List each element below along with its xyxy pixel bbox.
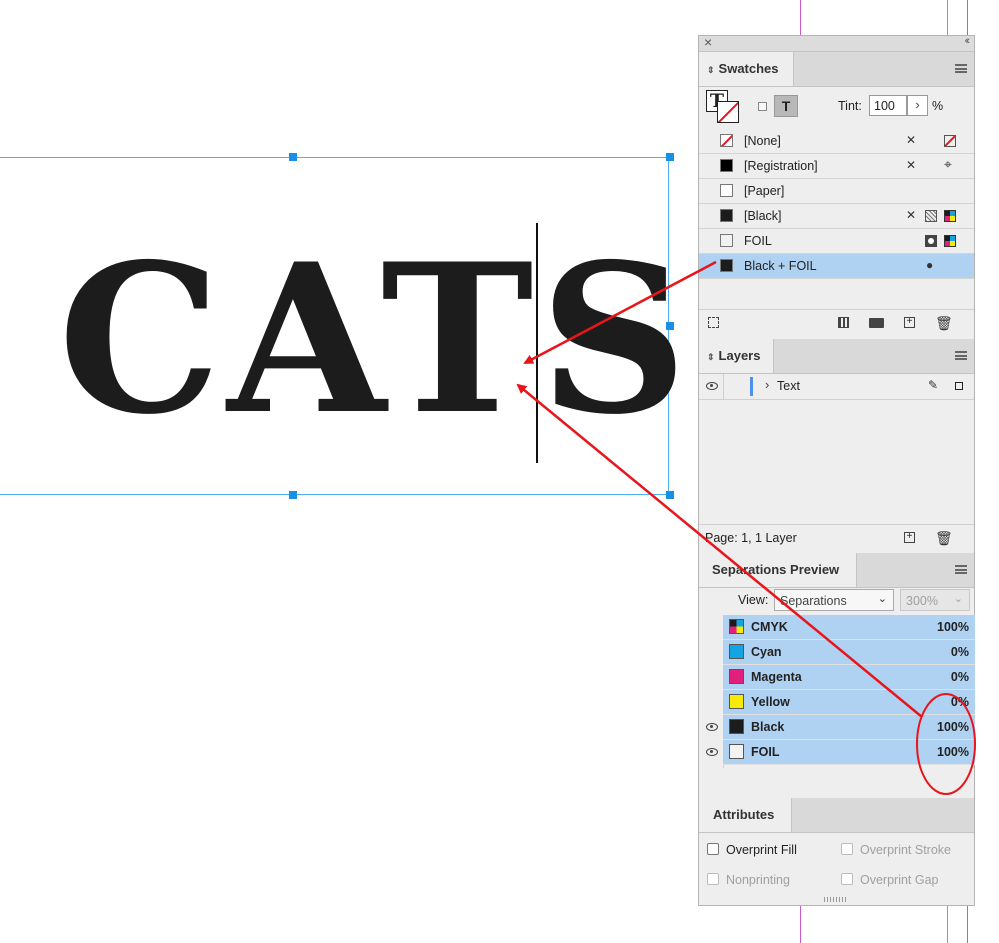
annotation-arrow-separations (516, 383, 923, 718)
annotation-arrow-swatch (523, 260, 717, 365)
annotation-ellipse (916, 693, 976, 795)
annotation-overlay (516, 260, 976, 795)
